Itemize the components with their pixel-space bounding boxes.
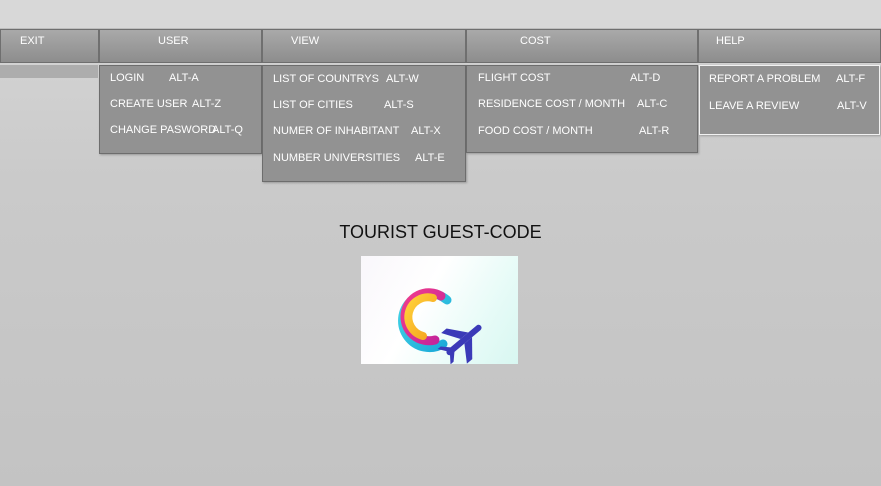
menu-item-list-countries[interactable]: LIST OF COUNTRYS ALT-W: [273, 73, 419, 85]
menu-item-create-user[interactable]: CREATE USER ALT-Z: [110, 98, 221, 110]
menu-item-create-user-label: CREATE USER: [110, 98, 188, 110]
menu-user[interactable]: USER: [99, 29, 262, 63]
swirl-airplane-logo-icon: [398, 288, 482, 365]
app-logo: [361, 256, 518, 365]
menu-item-create-user-shortcut: ALT-Z: [192, 98, 222, 110]
menu-exit-label: EXIT: [20, 35, 45, 47]
menu-help[interactable]: HELP: [698, 29, 881, 63]
menu-item-report-problem[interactable]: REPORT A PROBLEM ALT-F: [709, 73, 865, 85]
menu-item-inhabitants[interactable]: NUMER OF INHABITANT ALT-X: [273, 125, 441, 137]
menu-item-leave-review[interactable]: LEAVE A REVIEW ALT-V: [709, 100, 867, 112]
menu-item-residence-cost[interactable]: RESIDENCE COST / MONTH ALT-C: [478, 98, 667, 110]
view-dropdown: LIST OF COUNTRYS ALT-W LIST OF CITIES AL…: [262, 65, 466, 182]
menu-cost[interactable]: COST: [466, 29, 698, 63]
menu-help-label: HELP: [716, 35, 745, 47]
menu-item-universities-shortcut: ALT-E: [415, 152, 445, 164]
menu-view-label: VIEW: [291, 35, 320, 47]
menu-item-report-problem-label: REPORT A PROBLEM: [709, 73, 821, 85]
menu-item-universities-label: NUMBER UNIVERSITIES: [273, 152, 401, 164]
menu-item-login-label: LOGIN: [110, 72, 145, 84]
menu-item-residence-cost-label: RESIDENCE COST / MONTH: [478, 98, 626, 110]
menu-item-list-countries-label: LIST OF COUNTRYS: [273, 73, 379, 85]
help-dropdown: REPORT A PROBLEM ALT-F LEAVE A REVIEW AL…: [699, 65, 880, 135]
menu-strip: [0, 65, 98, 78]
menu-item-list-countries-shortcut: ALT-W: [386, 73, 419, 85]
cost-dropdown: FLIGHT COST ALT-D RESIDENCE COST / MONTH…: [466, 65, 698, 153]
menu-item-change-password-shortcut: ALT-Q: [212, 124, 243, 136]
menu-item-list-cities-label: LIST OF CITIES: [273, 99, 353, 111]
menu-item-change-password[interactable]: CHANGE PASWORD ALT-Q: [110, 124, 243, 136]
menu-item-login[interactable]: LOGIN ALT-A: [110, 72, 199, 84]
menu-item-leave-review-label: LEAVE A REVIEW: [709, 100, 800, 112]
menu-item-universities[interactable]: NUMBER UNIVERSITIES ALT-E: [273, 152, 445, 164]
menu-item-inhabitants-label: NUMER OF INHABITANT: [273, 125, 400, 137]
menu-item-residence-cost-shortcut: ALT-C: [637, 98, 668, 110]
menu-bar: EXIT USER VIEW COST HELP: [0, 29, 881, 65]
menu-view[interactable]: VIEW: [262, 29, 466, 63]
menu-item-food-cost-shortcut: ALT-R: [639, 125, 670, 137]
menu-item-flight-cost[interactable]: FLIGHT COST ALT-D: [478, 72, 660, 84]
menu-user-label: USER: [158, 35, 189, 47]
menu-item-change-password-label: CHANGE PASWORD: [110, 124, 217, 136]
menu-item-leave-review-shortcut: ALT-V: [837, 100, 867, 112]
user-dropdown: LOGIN ALT-A CREATE USER ALT-Z CHANGE PAS…: [99, 65, 262, 154]
menu-item-flight-cost-shortcut: ALT-D: [630, 72, 661, 84]
menu-item-login-shortcut: ALT-A: [169, 72, 199, 84]
menu-item-inhabitants-shortcut: ALT-X: [411, 125, 441, 137]
menu-item-report-problem-shortcut: ALT-F: [836, 73, 866, 85]
menu-item-list-cities[interactable]: LIST OF CITIES ALT-S: [273, 99, 414, 111]
menu-item-food-cost[interactable]: FOOD COST / MONTH ALT-R: [478, 125, 669, 137]
menu-item-list-cities-shortcut: ALT-S: [384, 99, 414, 111]
title-bar: [0, 0, 881, 29]
page-title: TOURIST GUEST-CODE: [339, 222, 542, 242]
menu-item-food-cost-label: FOOD COST / MONTH: [478, 125, 593, 137]
menu-exit[interactable]: EXIT: [0, 29, 99, 63]
menu-cost-label: COST: [520, 35, 551, 47]
menu-item-flight-cost-label: FLIGHT COST: [478, 72, 551, 84]
